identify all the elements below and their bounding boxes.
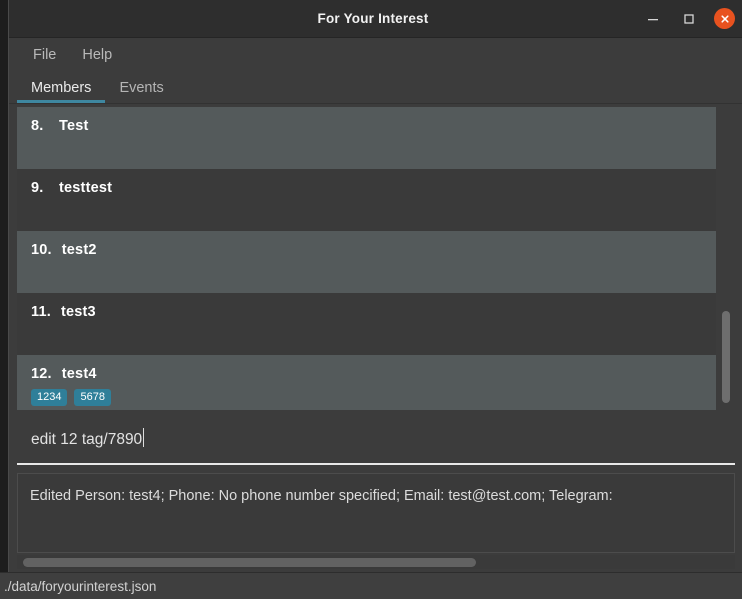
menu-item-file[interactable]: File xyxy=(23,44,66,66)
member-index: 9. xyxy=(31,180,44,196)
menu-bar: File Help xyxy=(9,38,742,72)
member-index: 8. xyxy=(31,118,44,134)
member-list-item[interactable]: 10. test2 xyxy=(17,231,716,293)
main-content: 8. Test 9. testtest 10. test2 11. test3 … xyxy=(9,104,742,599)
member-index: 12. xyxy=(31,366,52,382)
member-name: test2 xyxy=(61,242,97,258)
member-name: test4 xyxy=(61,366,97,382)
tab-events[interactable]: Events xyxy=(105,78,177,103)
application-window: For Your Interest File Help Members Even… xyxy=(8,0,742,599)
command-input-value: edit 12 tag/7890 xyxy=(31,430,143,448)
window-title: For Your Interest xyxy=(317,11,429,26)
maximize-icon[interactable] xyxy=(678,8,700,30)
member-list-item[interactable]: 11. test3 xyxy=(17,293,716,355)
scrollbar-thumb-horizontal[interactable] xyxy=(23,558,476,567)
member-list-item[interactable]: 12. test4 1234 5678 xyxy=(17,355,716,410)
member-row-header: 10. test2 xyxy=(31,242,716,258)
member-list-panel: 8. Test 9. testtest 10. test2 11. test3 … xyxy=(17,107,735,410)
member-index: 10. xyxy=(31,242,52,258)
status-bar: ./data/foryourinterest.json xyxy=(0,572,742,599)
member-tag: 1234 xyxy=(31,389,68,406)
member-name: test3 xyxy=(60,304,96,320)
title-bar[interactable]: For Your Interest xyxy=(9,0,742,38)
close-icon[interactable] xyxy=(714,8,735,29)
result-horizontal-scrollbar[interactable] xyxy=(17,555,735,569)
scrollbar-thumb-vertical[interactable] xyxy=(722,311,730,403)
member-name: Test xyxy=(59,118,89,134)
text-caret xyxy=(143,427,145,447)
member-list-item[interactable]: 8. Test xyxy=(17,107,716,169)
status-bar-file-path: ./data/foryourinterest.json xyxy=(4,578,157,594)
member-row-header: 11. test3 xyxy=(31,304,716,320)
member-list-item[interactable]: 9. testtest xyxy=(17,169,716,231)
tab-bar: Members Events xyxy=(9,72,742,104)
minimize-icon[interactable] xyxy=(642,8,664,30)
result-display-panel: Edited Person: test4; Phone: No phone nu… xyxy=(17,473,735,553)
result-display-text: Edited Person: test4; Phone: No phone nu… xyxy=(30,488,613,504)
member-row-header: 8. Test xyxy=(31,118,716,134)
member-name: testtest xyxy=(59,180,113,196)
command-input-container[interactable]: edit 12 tag/7890 xyxy=(17,413,735,465)
member-row-header: 9. testtest xyxy=(31,180,716,196)
window-controls xyxy=(642,0,735,37)
command-input-text: edit 12 tag/7890 xyxy=(31,427,145,449)
member-row-header: 12. test4 xyxy=(31,366,716,382)
member-tag: 5678 xyxy=(74,389,111,406)
member-list: 8. Test 9. testtest 10. test2 11. test3 … xyxy=(17,107,716,410)
member-list-vertical-scrollbar[interactable] xyxy=(719,107,733,410)
tab-members[interactable]: Members xyxy=(17,78,106,103)
member-index: 11. xyxy=(31,304,51,320)
menu-item-help[interactable]: Help xyxy=(72,44,122,66)
member-tag-list: 1234 5678 xyxy=(31,389,716,406)
